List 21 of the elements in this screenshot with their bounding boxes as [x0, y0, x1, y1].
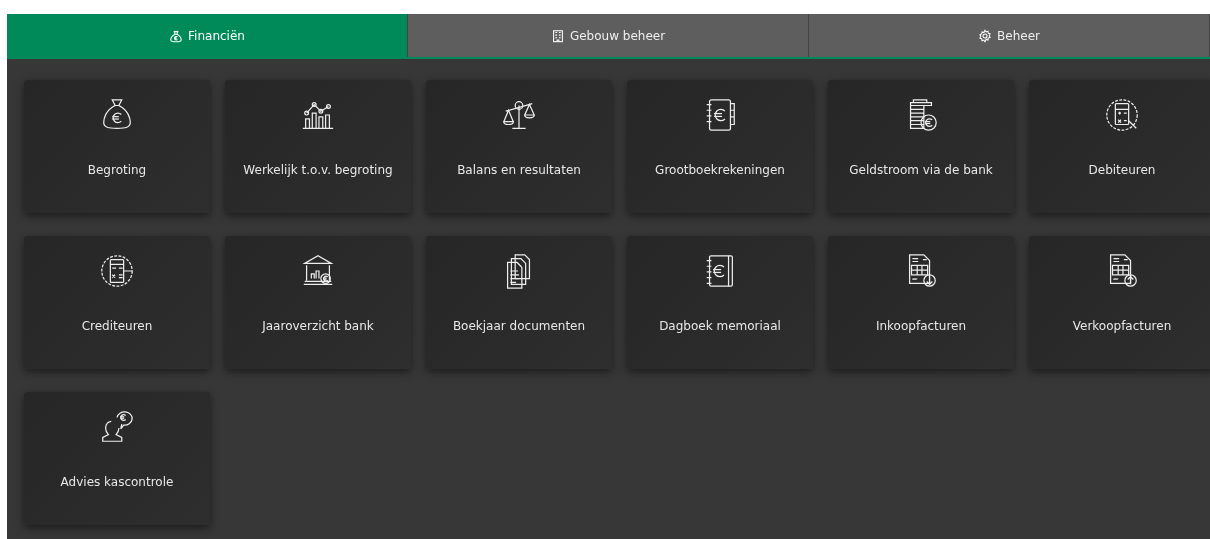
- money-bag-icon: [169, 28, 184, 43]
- menu-tile[interactable]: Verkoopfacturen: [1029, 236, 1210, 369]
- menu-tile[interactable]: Geldstroom via de bank: [828, 80, 1014, 213]
- menu-tile[interactable]: Inkoopfacturen: [828, 236, 1014, 369]
- menu-tile[interactable]: Werkelijk t.o.v. begroting: [225, 80, 411, 213]
- menu-tile[interactable]: Balans en resultaten: [426, 80, 612, 213]
- menu-tile[interactable]: Debiteuren: [1029, 80, 1210, 213]
- menu-tile[interactable]: Grootboekrekeningen: [627, 80, 813, 213]
- calculator-icon: [1103, 96, 1141, 134]
- calculator-icon: [98, 252, 136, 290]
- menu-tile[interactable]: Crediteuren: [24, 236, 210, 369]
- building-icon: [550, 28, 565, 43]
- tab[interactable]: Gebouw beheer: [408, 14, 809, 57]
- tab[interactable]: Beheer: [809, 14, 1210, 57]
- gear-icon: [978, 28, 993, 43]
- menu-tile[interactable]: Begroting: [24, 80, 210, 213]
- tab[interactable]: Financiën: [7, 14, 408, 57]
- menu-tile[interactable]: Advies kascontrole: [24, 392, 210, 525]
- menu-tile[interactable]: Dagboek memoriaal: [627, 236, 813, 369]
- menu-tile[interactable]: Boekjaar documenten: [426, 236, 612, 369]
- menu-tile[interactable]: Jaaroverzicht bank: [225, 236, 411, 369]
